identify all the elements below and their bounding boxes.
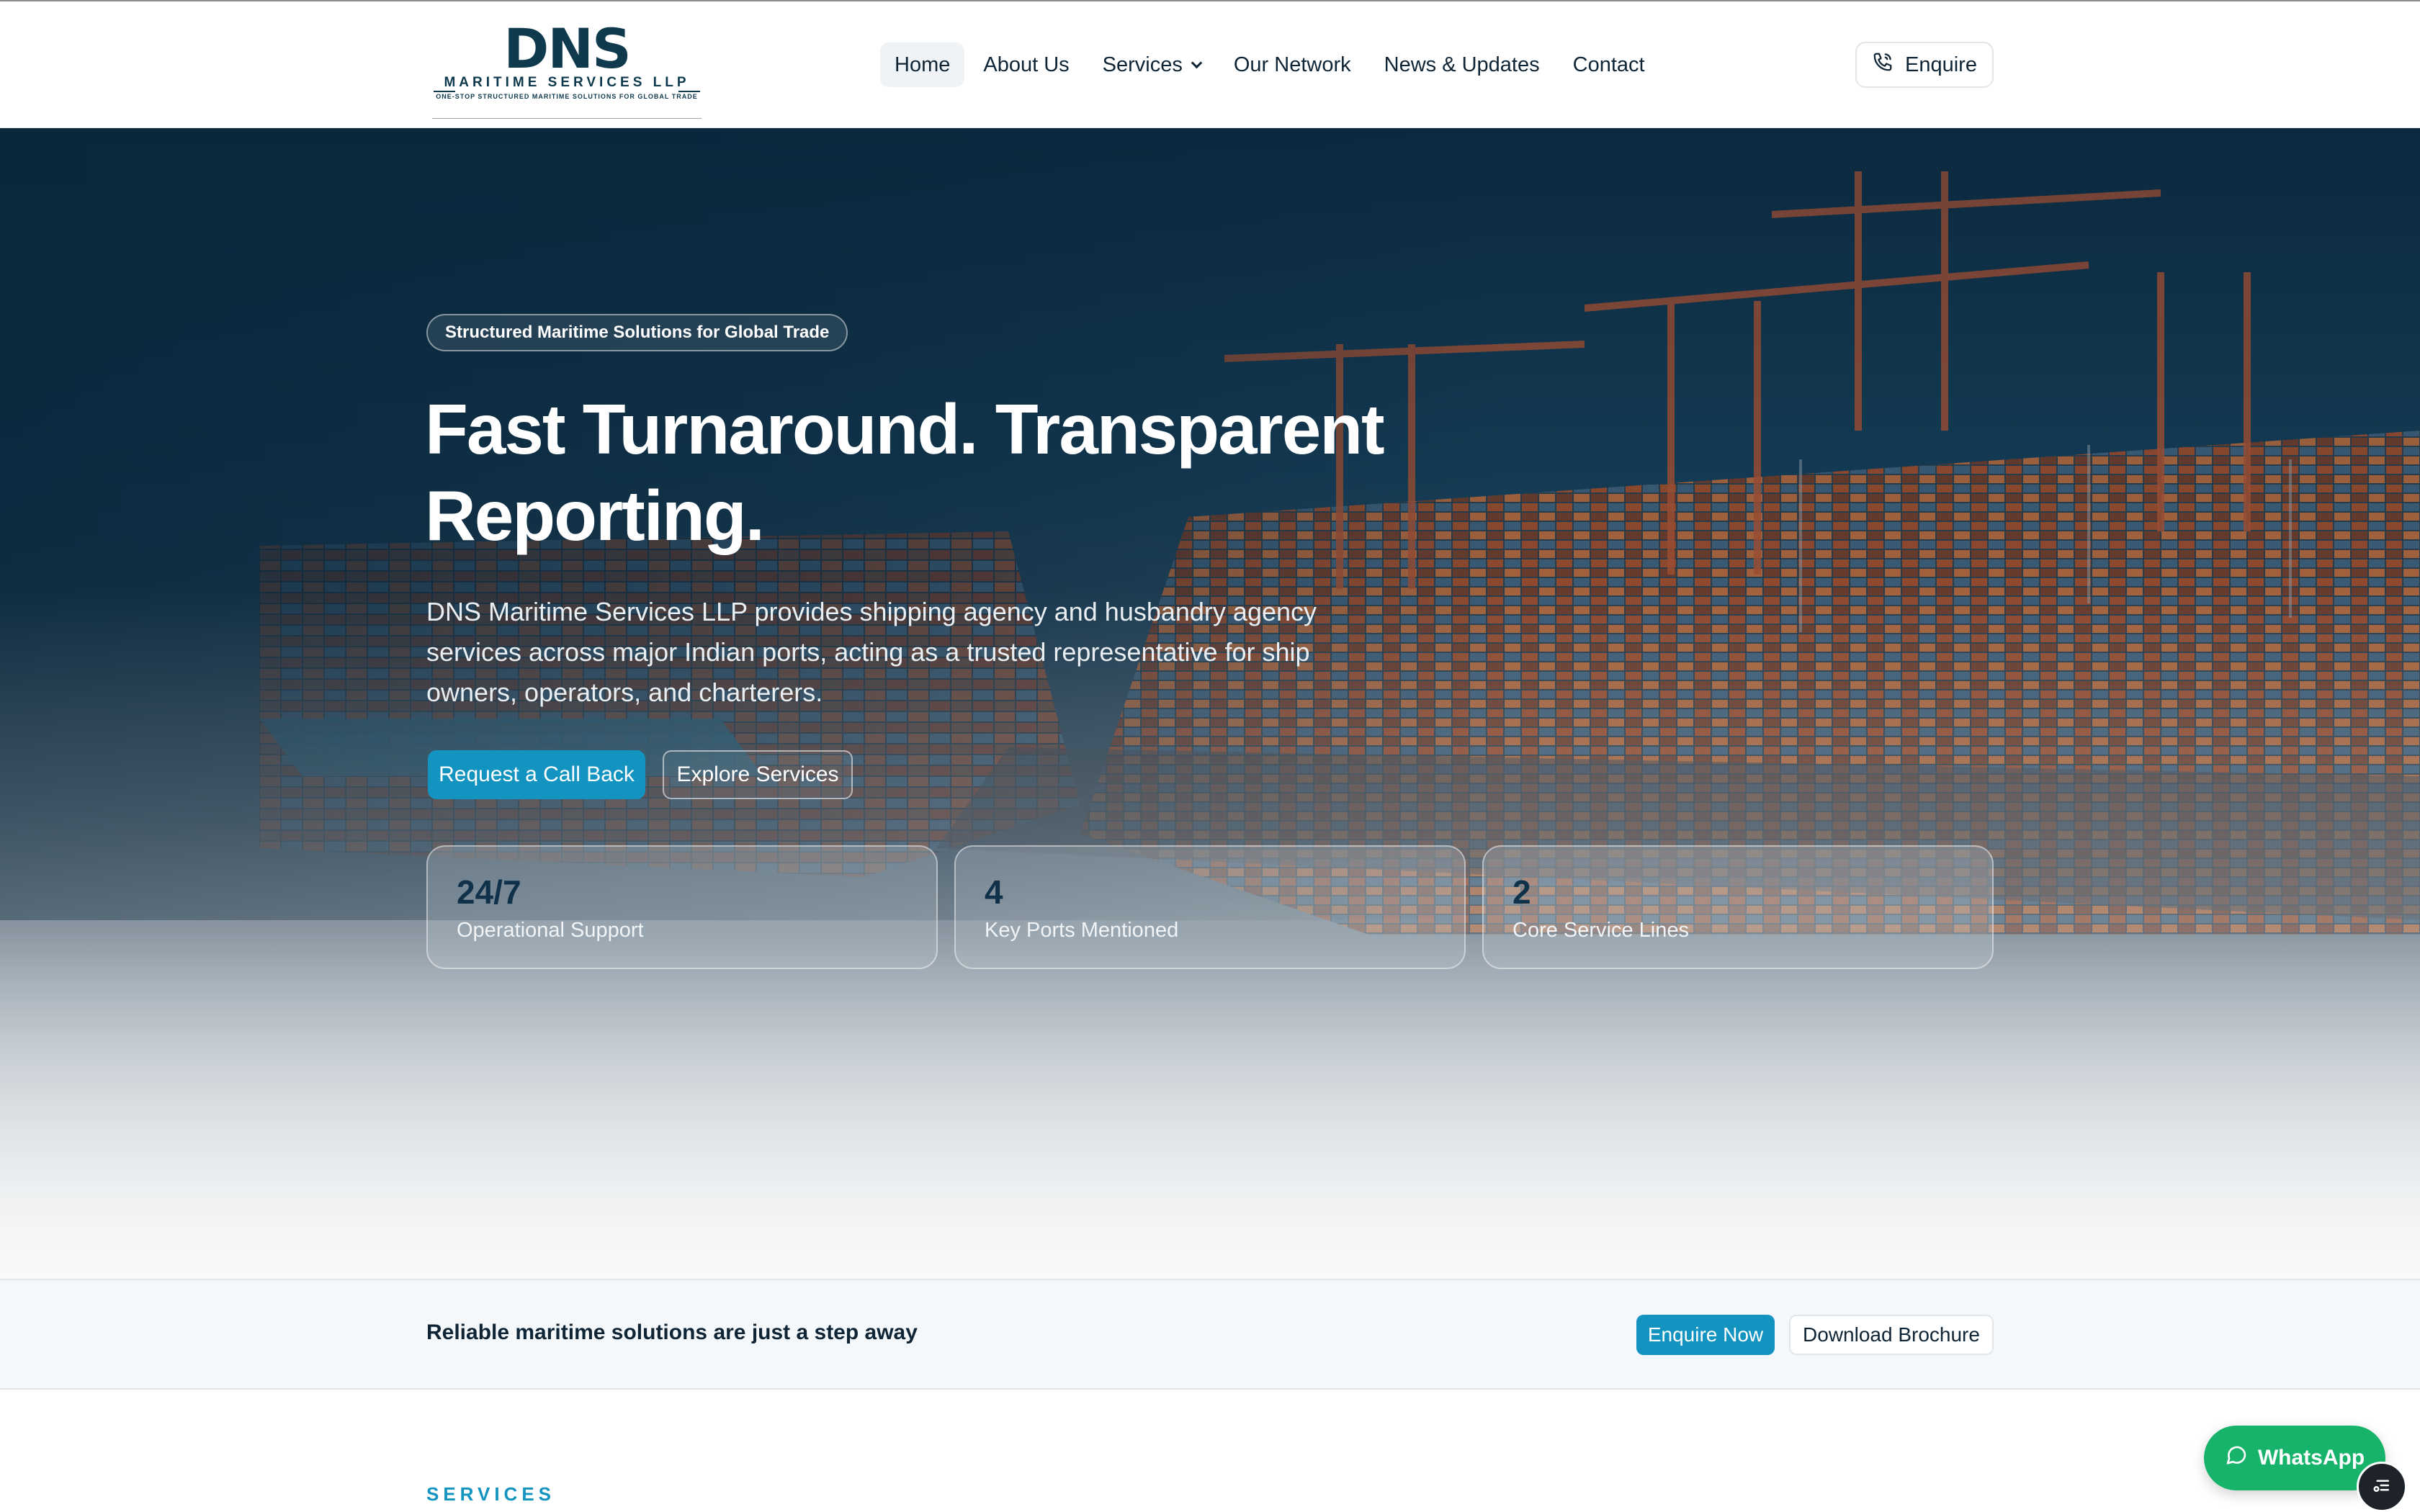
main-nav: Home About Us Services Our Network News … xyxy=(880,42,1659,88)
request-call-back-button[interactable]: Request a Call Back xyxy=(428,750,645,799)
whatsapp-label: WhatsApp xyxy=(2257,1446,2365,1470)
stat-value: 24/7 xyxy=(457,873,521,911)
chat-bubble-icon xyxy=(2225,1444,2248,1472)
enquire-button[interactable]: Enquire xyxy=(1855,42,1994,88)
hero-title: Fast Turnaround. Transparent Reporting. xyxy=(425,390,1385,555)
logo-subtitle: MARITIME SERVICES LLP xyxy=(444,75,690,90)
hero-badge: Structured Maritime Solutions for Global… xyxy=(426,314,848,351)
site-header: DNS MARITIME SERVICES LLP ONE-STOP STRUC… xyxy=(0,0,2420,128)
cta-band: Reliable maritime solutions are just a s… xyxy=(0,1279,2420,1390)
cta-text: Reliable maritime solutions are just a s… xyxy=(426,1320,918,1344)
logo-tagline: ONE-STOP STRUCTURED MARITIME SOLUTIONS F… xyxy=(436,93,698,100)
nav-our-network[interactable]: Our Network xyxy=(1219,42,1366,87)
stat-label: Operational Support xyxy=(457,919,644,942)
explore-services-button[interactable]: Explore Services xyxy=(663,750,853,799)
menu-widget-icon xyxy=(2371,1475,2393,1500)
nav-news-updates[interactable]: News & Updates xyxy=(1370,42,1554,87)
stat-value: 4 xyxy=(985,873,1003,911)
stat-card-services: 2 Core Service Lines xyxy=(1482,845,1994,969)
logo-rule xyxy=(432,118,702,119)
nav-home[interactable]: Home xyxy=(880,42,965,87)
stat-card-support: 24/7 Operational Support xyxy=(426,845,938,969)
nav-about-us[interactable]: About Us xyxy=(969,42,1083,87)
hero-section: Structured Maritime Solutions for Global… xyxy=(0,128,2420,1279)
download-brochure-button[interactable]: Download Brochure xyxy=(1789,1315,1994,1355)
hero-description: DNS Maritime Services LLP provides shipp… xyxy=(426,597,1317,707)
stat-card-ports: 4 Key Ports Mentioned xyxy=(954,845,1466,969)
logo-line-left xyxy=(434,91,455,92)
services-eyebrow: SERVICES xyxy=(426,1483,556,1505)
company-logo[interactable]: DNS MARITIME SERVICES LLP ONE-STOP STRUC… xyxy=(426,17,707,119)
phone-icon xyxy=(1872,51,1894,78)
enquire-now-button[interactable]: Enquire Now xyxy=(1636,1315,1775,1355)
stat-value: 2 xyxy=(1512,873,1531,911)
stat-label: Key Ports Mentioned xyxy=(985,919,1179,942)
menu-widget-button[interactable] xyxy=(2357,1462,2407,1512)
nav-services[interactable]: Services xyxy=(1088,42,1215,87)
nav-services-label: Services xyxy=(1102,53,1183,76)
nav-contact[interactable]: Contact xyxy=(1559,42,1659,87)
logo-mark: DNS xyxy=(503,17,631,81)
stat-label: Core Service Lines xyxy=(1512,919,1689,942)
logo-line-right xyxy=(678,91,700,92)
chevron-down-icon xyxy=(1191,57,1203,68)
enquire-label: Enquire xyxy=(1905,53,1977,76)
